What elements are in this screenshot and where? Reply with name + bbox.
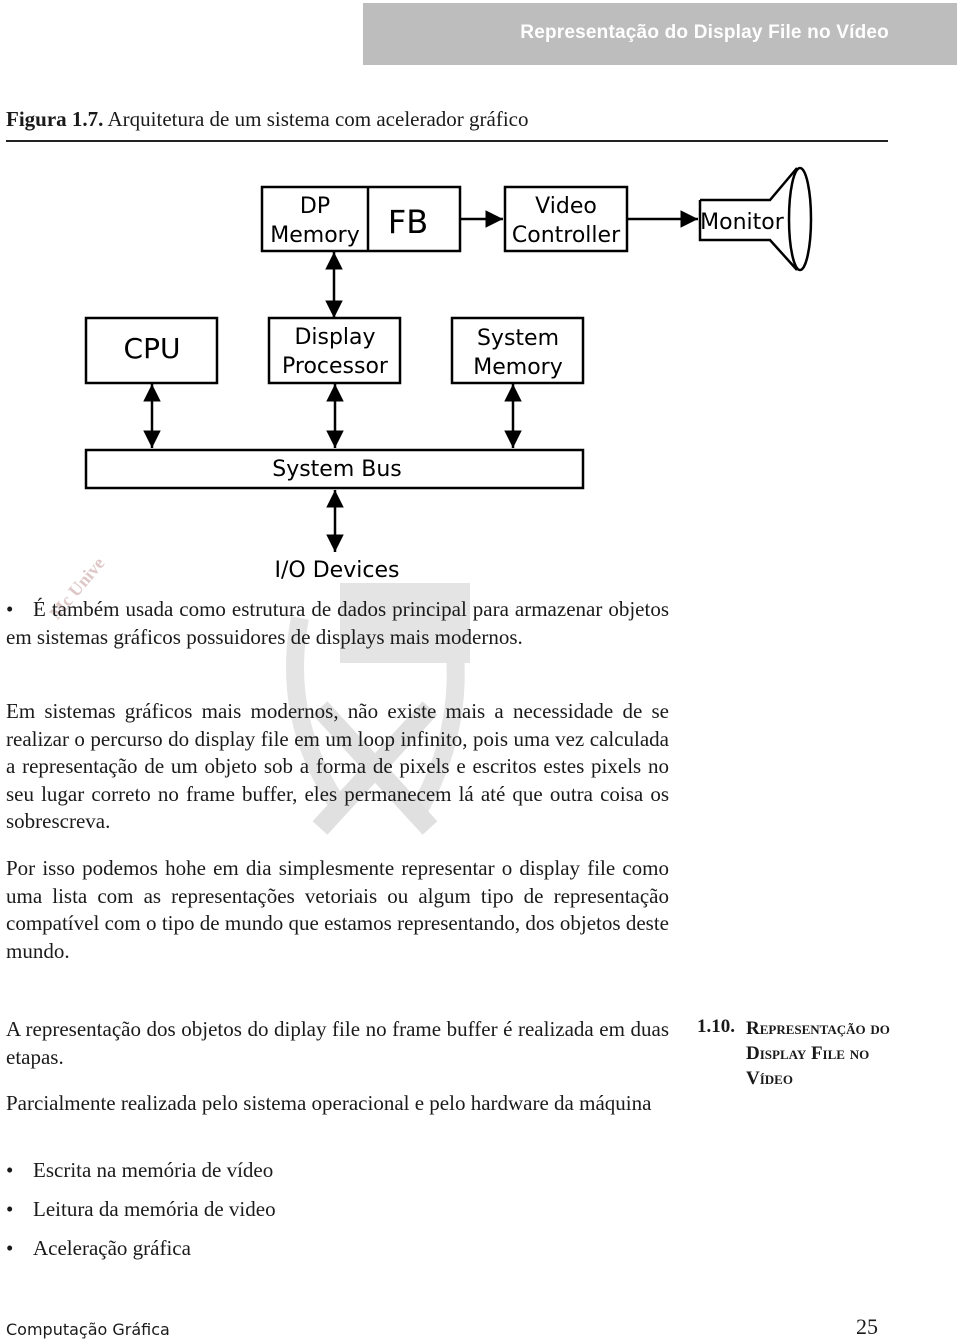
bullet-icon: • (6, 597, 14, 621)
system-bus-label: System Bus (272, 457, 402, 482)
monitor-label: Monitor (700, 210, 785, 235)
system-memory-block: System Memory (450, 316, 585, 385)
figure-caption: Figura 1.7. Arquitetura de um sistema co… (6, 107, 529, 132)
system-memory-label-line1: System (477, 326, 559, 351)
figure-caption-text: Arquitetura de um sistema com acelerador… (103, 107, 529, 131)
bullet-text: Leitura da memória de video (33, 1197, 276, 1221)
caption-divider (6, 140, 888, 142)
page-number: 25 (856, 1314, 878, 1339)
dp-memory-fb-block: DP Memory FB (260, 185, 462, 253)
display-processor-label-line2: Processor (282, 354, 389, 379)
dp-memory-label-line1: DP (300, 194, 330, 219)
fb-label: FB (388, 203, 428, 241)
system-memory-label-line2: Memory (473, 355, 562, 380)
bullet-icon: • (6, 1236, 14, 1260)
video-controller-block: Video Controller (503, 185, 629, 253)
display-processor-label-line1: Display (294, 325, 375, 350)
section-number: 1.10. (697, 1016, 735, 1037)
header-bar: Representação do Display File no Vídeo (363, 3, 957, 65)
bullet-text: Aceleração gráfica (33, 1236, 191, 1260)
paragraph: Por isso podemos hohe em dia simplesment… (6, 856, 669, 963)
section-title: Representação do Display File no Vídeo (746, 1018, 890, 1089)
footer-book-title: Computação Gráfica (6, 1320, 170, 1339)
paragraph: A representação dos objetos do diplay fi… (6, 1017, 669, 1069)
cpu-block: CPU (84, 316, 219, 385)
bullet-text: Escrita na memória de vídeo (33, 1158, 274, 1182)
dp-memory-label-line2: Memory (270, 223, 359, 248)
bullet-text: É também usada como estrutura de dados p… (6, 597, 669, 649)
display-processor-block: Display Processor (267, 316, 402, 385)
monitor-block: Monitor (698, 166, 813, 272)
paragraph: Em sistemas gráficos mais modernos, não … (6, 699, 669, 833)
bullet-icon: • (6, 1158, 14, 1182)
bullet-icon: • (6, 1197, 14, 1221)
cpu-label: CPU (124, 332, 181, 365)
video-controller-label-line2: Controller (512, 223, 621, 248)
video-controller-label-line1: Video (535, 194, 597, 219)
system-bus-block: System Bus (84, 448, 585, 490)
header-title: Representação do Display File no Vídeo (520, 22, 889, 43)
bullet-item: • É também usada como estrutura de dados… (6, 596, 669, 651)
figure-label: Figura 1.7. (6, 107, 104, 131)
architecture-diagram: DP Memory FB Video Controller Monitor CP… (84, 166, 813, 583)
paragraph: Parcialmente realizada pelo sistema oper… (6, 1091, 652, 1115)
